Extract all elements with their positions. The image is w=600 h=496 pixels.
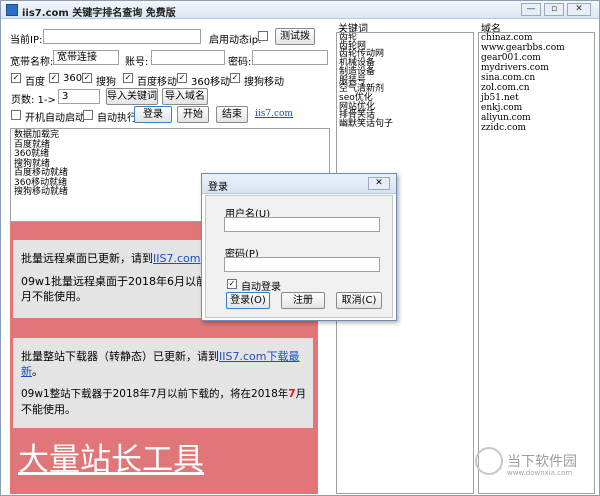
auto-start-checkbox[interactable] [11,110,21,120]
watermark-url: www.downxia.com [507,469,573,477]
engine-sogou-mobile-label: 搜狗移动 [244,77,284,88]
password-field[interactable] [252,50,328,65]
test-dialup-button[interactable]: 测试拨 [275,28,315,45]
login-dialog-title: 登录 [208,182,228,193]
keyword-item[interactable]: 幽默笑话句子 [337,120,473,129]
account-field[interactable] [151,50,225,65]
engine-sogou-label: 搜狗 [96,77,116,88]
ad-text: 09w1整站下载器于2018年7月以前下载的，将在2018年 [21,388,289,400]
auto-start-label: 开机自动启动 [25,113,85,124]
domain-item[interactable]: chinaz.com [479,33,594,43]
ad-text-line: 新。 [21,364,43,379]
status-line: 百度就绪 [14,139,51,150]
watermark: 当下软件园 www.downxia.com [475,447,595,487]
login-dialog-title-bar[interactable]: 登录 ✕ [202,174,396,194]
domain-item[interactable]: jb51.net [479,93,594,103]
status-line: 数据加载完 [14,130,60,140]
site-link[interactable]: iis7.com [255,109,293,119]
login-button[interactable]: 登录 [134,106,172,123]
pages-field[interactable]: 3 [58,89,100,104]
auto-run-label: 自动执行 [97,113,137,124]
current-ip-field[interactable] [43,29,201,44]
domains-list[interactable]: chinaz.com www.gearbbs.com gear001.com m… [478,32,595,494]
domain-item[interactable]: zzidc.com [479,123,594,133]
stop-button[interactable]: 结束 [216,106,248,123]
engine-baidu-mobile-checkbox[interactable]: ✓ [123,73,133,83]
account-label: 账号: [125,57,149,68]
import-domains-button[interactable]: 导入域名 [162,88,208,105]
dialog-register-button[interactable]: 注册 [281,292,325,309]
start-button[interactable]: 开始 [177,106,209,123]
engine-360-mobile-checkbox[interactable]: ✓ [177,73,187,83]
current-ip-label: 当前IP: [10,35,43,46]
dialog-cancel-button[interactable]: 取消(C) [336,292,382,309]
ad-text: 月不能使用。 [21,290,87,303]
pages-label: 页数: 1-> [11,95,56,106]
main-window: iis7.com 关键字排名查询 免费版 — ▫ ✕ 当前IP: 启用动态ip:… [0,0,600,496]
login-dialog-body: 用户名(U) 密码(P) ✓ 自动登录 登录(O) 注册 取消(C) [205,195,393,318]
domain-item[interactable]: mydrivers.com [479,63,594,73]
ad-text: 不能使用。 [21,403,76,416]
login-dialog: 登录 ✕ 用户名(U) 密码(P) ✓ 自动登录 登录(O) 注册 取消(C) [201,173,397,321]
engine-360-label: 360 [63,73,83,84]
ad-text-line: 09w1整站下载器于2018年7月以前下载的，将在2018年7月 [21,387,306,402]
engine-baidu-checkbox[interactable]: ✓ [11,73,21,83]
title-bar: iis7.com 关键字排名查询 免费版 — ▫ ✕ [1,1,599,19]
domain-item[interactable]: aliyun.com [479,113,594,123]
ad-highlight: 7 [288,388,296,400]
domain-item[interactable]: zol.com.cn [479,83,594,93]
auto-login-checkbox[interactable]: ✓ [227,279,237,289]
ad-link[interactable]: 新 [21,365,32,378]
window-title: iis7.com 关键字排名查询 免费版 [22,8,176,19]
engine-360-mobile-label: 360移动 [191,77,231,88]
auto-login-label: 自动登录 [241,282,281,293]
app-icon [6,4,18,16]
ad-notice-site-downloader-title: 批量整站下载器（转静态）已更新，请到IIS7.com下载最 [21,349,313,364]
ad-slogan[interactable]: 大量站长工具 [18,434,204,479]
dialog-password-field[interactable] [224,257,380,272]
watermark-text: 当下软件园 [507,454,577,470]
minimize-button[interactable]: — [521,3,541,16]
ad-text: 。 [32,365,43,378]
domain-item[interactable]: www.gearbbs.com [479,43,594,53]
engine-sogou-checkbox[interactable]: ✓ [82,73,92,83]
enable-dynamic-ip-checkbox[interactable] [258,31,268,41]
engine-baidu-mobile-label: 百度移动 [137,77,177,88]
ad-link[interactable]: IIS7.com [153,252,200,265]
ad-text: 09w1批量远程桌面于2018年6月以前下 [21,275,218,288]
domain-item[interactable]: sina.com.cn [479,73,594,83]
broadband-name-label: 宽带名称: [10,57,54,68]
username-field[interactable] [224,217,380,232]
broadband-name-field[interactable]: 宽带连接 [53,50,119,65]
dialog-login-button[interactable]: 登录(O) [226,292,270,309]
restore-button[interactable]: ▫ [544,3,564,16]
domain-item[interactable]: gear001.com [479,53,594,63]
engine-baidu-label: 百度 [25,77,45,88]
ad-text: 批量整站下载器（转静态）已更新，请到 [21,350,219,363]
status-line: 360就绪 [14,149,50,159]
ad-link[interactable]: IIS7.com下载最 [219,350,299,363]
import-keywords-button[interactable]: 导入关键词 [106,88,158,105]
ad-text: 月 [295,388,307,400]
engine-360-checkbox[interactable]: ✓ [49,73,59,83]
enable-dynamic-ip-label: 启用动态ip: [209,35,262,46]
auto-run-checkbox[interactable] [83,110,93,120]
close-button[interactable]: ✕ [567,3,591,16]
ad-text: 批量远程桌面已更新，请到 [21,252,153,265]
domain-item[interactable]: enkj.com [479,103,594,113]
engine-sogou-mobile-checkbox[interactable]: ✓ [230,73,240,83]
password-label: 密码: [228,57,252,68]
watermark-logo-icon [475,447,503,475]
login-dialog-close-button[interactable]: ✕ [368,177,390,190]
